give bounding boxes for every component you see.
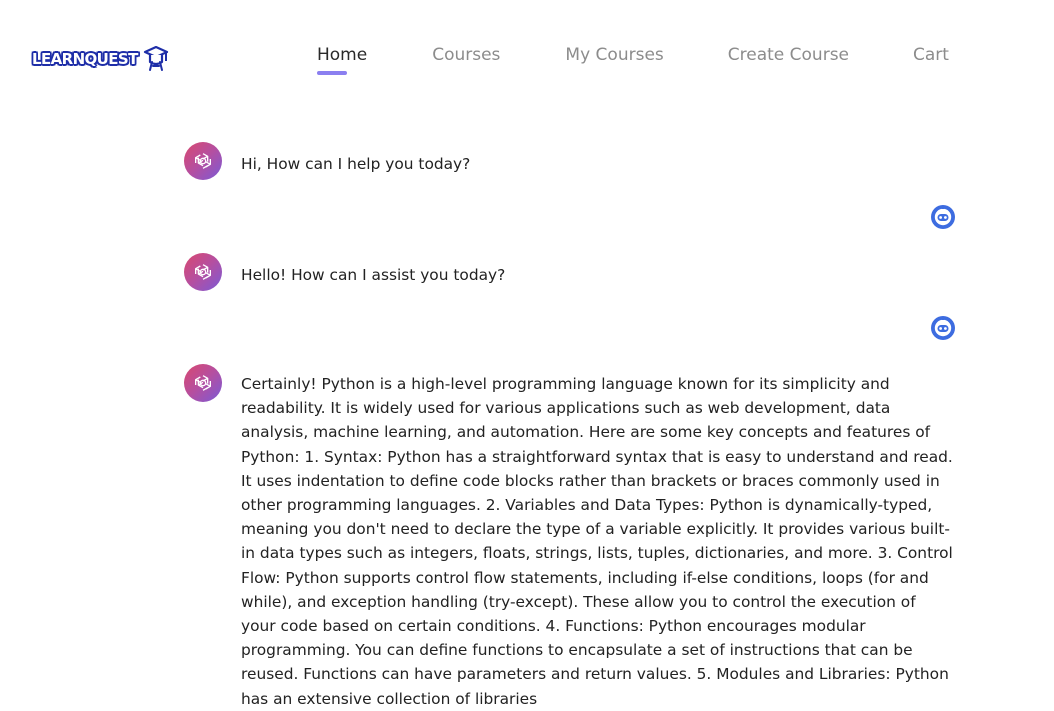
bot-face-icon [929, 203, 957, 231]
bot-message-text: Hello! How can I assist you today? [241, 266, 506, 284]
openai-logo-icon [184, 253, 222, 291]
openai-logo-icon [184, 142, 222, 180]
nav-home[interactable]: Home [317, 45, 367, 75]
cap-icon [142, 46, 170, 72]
nav-my-courses[interactable]: My Courses [565, 45, 663, 65]
bot-message: Certainly! Python is a high-level progra… [184, 364, 964, 711]
user-message [184, 314, 964, 342]
chat-thread: Hi, How can I help you today? Hello! How… [184, 142, 964, 711]
bot-message: Hi, How can I help you today? [184, 142, 964, 180]
bot-face-icon [929, 314, 957, 342]
bot-message-text: Hi, How can I help you today? [241, 155, 471, 173]
nav-courses[interactable]: Courses [432, 45, 500, 65]
nav-create-course[interactable]: Create Course [728, 45, 849, 65]
openai-logo-icon [184, 364, 222, 402]
nav-links: Home Courses My Courses Create Course Ca… [317, 45, 949, 75]
bot-message: Hello! How can I assist you today? [184, 253, 964, 291]
navbar: LEARNQUEST Home Courses My Courses Creat… [0, 36, 1054, 84]
nav-cart[interactable]: Cart [913, 45, 949, 65]
bot-message-text: Certainly! Python is a high-level progra… [241, 375, 953, 708]
logo[interactable]: LEARNQUEST [30, 46, 170, 72]
user-message [184, 203, 964, 231]
logo-text: LEARNQUEST [30, 49, 140, 69]
